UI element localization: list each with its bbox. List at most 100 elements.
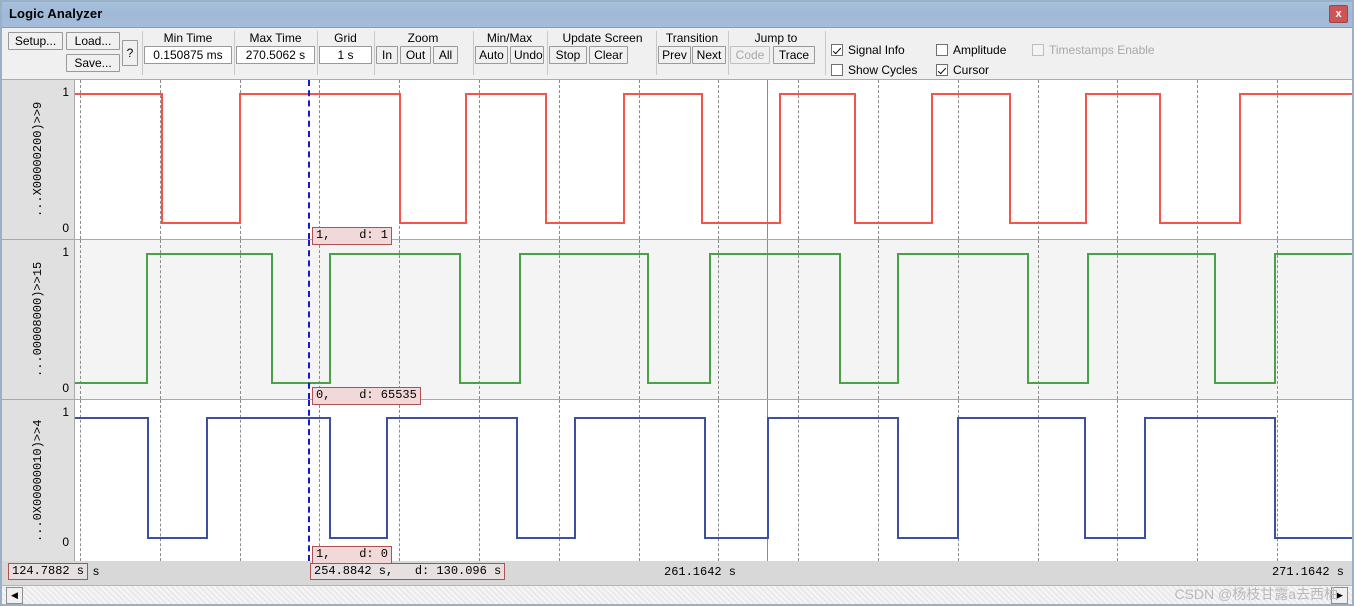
max-time-group: Max Time 270.5062 s (236, 30, 315, 76)
checkbox-icon (936, 44, 948, 56)
grid-group: Grid 1 s (319, 30, 372, 76)
toolbar-divider (656, 31, 657, 75)
update-stop-button[interactable]: Stop (549, 46, 587, 64)
cursor-label: Cursor (953, 63, 990, 77)
scroll-right-icon[interactable]: ▶ (1331, 587, 1348, 604)
zoom-all-button[interactable]: All (433, 46, 458, 64)
show-cycles-checkbox[interactable]: Show Cycles (831, 63, 917, 77)
show-cycles-label: Show Cycles (848, 63, 918, 77)
logic-analyzer-window: Logic Analyzer x Setup... Load... Save..… (0, 0, 1354, 606)
toolbar-divider (547, 31, 548, 75)
checkbox-icon (831, 44, 843, 56)
waveform-trace (75, 93, 1354, 224)
waveform-plot: ...X00000200)>>9 1 0 ...00008000)>>15 1 … (0, 80, 1354, 564)
timestamps-enable-checkbox: Timestamps Enable (1032, 43, 1155, 57)
signal-gutter-1[interactable]: ...X00000200)>>9 1 0 (0, 80, 75, 239)
waveform-trace (75, 417, 1354, 539)
min-time-label: Min Time (163, 31, 213, 45)
load-button[interactable]: Load... (66, 32, 120, 50)
minmax-label: Min/Max (486, 31, 533, 45)
scroll-left-icon[interactable]: ◀ (6, 587, 23, 604)
signal-low-label-3: 0 (62, 535, 69, 549)
help-button[interactable]: ? (122, 40, 138, 66)
signal-low-label-1: 0 (62, 221, 69, 235)
signal-name-1: ...X00000200)>>9 (31, 101, 45, 218)
setup-button[interactable]: Setup... (8, 32, 63, 50)
minmax-undo-button[interactable]: Undo (510, 46, 544, 64)
checkbox-icon (936, 64, 948, 76)
minmax-group: Min/Max Auto Undo (475, 30, 544, 76)
checkbox-icon (1032, 44, 1044, 56)
minmax-auto-button[interactable]: Auto (475, 46, 508, 64)
signal-low-label-2: 0 (62, 381, 69, 395)
cursor-checkbox[interactable]: Cursor (936, 63, 989, 77)
status-mid-time: 261.1642 s (664, 565, 737, 579)
transition-group: Transition Prev Next (658, 30, 726, 76)
transition-prev-button[interactable]: Prev (658, 46, 691, 64)
toolbar-divider (142, 31, 143, 75)
scrollbar-track[interactable] (0, 586, 1354, 606)
amplitude-checkbox[interactable]: Amplitude (936, 43, 1006, 57)
signal-high-label-3: 1 (62, 405, 69, 419)
amplitude-label: Amplitude (953, 43, 1007, 57)
update-screen-label: Update Screen (562, 31, 643, 45)
toolbar-divider (317, 31, 318, 75)
max-time-label: Max Time (249, 31, 302, 45)
load-save-group: Load... Save... (66, 32, 122, 78)
signal-value-tag-1: 1, d: 1 (312, 227, 393, 245)
signal-canvas-1[interactable] (75, 80, 1354, 239)
transition-label: Transition (665, 31, 719, 45)
signal-canvas-3[interactable] (75, 400, 1354, 561)
update-screen-group: Update Screen Stop Clear (549, 30, 656, 76)
signal-gutter-3[interactable]: ...0X00000010)>>4 1 0 (0, 400, 75, 561)
toolbar-divider (234, 31, 235, 75)
checkbox-icon (831, 64, 843, 76)
signal-info-label: Signal Info (848, 43, 905, 57)
zoom-label: Zoom (407, 31, 439, 45)
cursor-line[interactable] (308, 80, 310, 239)
signal-lane-2: ...00008000)>>15 1 0 (0, 240, 1354, 400)
toolbar-divider (473, 31, 474, 75)
waveform-trace (75, 253, 1354, 384)
signal-lane-1: ...X00000200)>>9 1 0 (0, 80, 1354, 240)
cursor-line[interactable] (308, 400, 310, 561)
jump-to-code-button: Code (730, 46, 770, 64)
horizontal-scrollbar[interactable]: ◀ ▶ CSDN @杨枝甘露a去西柚 (0, 585, 1354, 606)
grid-label: Grid (334, 31, 357, 45)
setup-group: Setup... (8, 32, 66, 78)
status-cursor-time: 254.8842 s, d: 130.096 s (310, 563, 506, 580)
status-bar: 2 s 124.7882 s 254.8842 s, d: 130.096 s … (0, 561, 1354, 585)
save-button[interactable]: Save... (66, 54, 120, 72)
toolbar-divider (825, 31, 826, 75)
close-icon[interactable]: x (1329, 5, 1348, 23)
signal-value-tag-3: 1, d: 0 (312, 546, 393, 564)
window-title: Logic Analyzer (9, 6, 103, 21)
grid-field[interactable]: 1 s (319, 46, 372, 64)
signal-gutter-2[interactable]: ...00008000)>>15 1 0 (0, 240, 75, 399)
jump-to-label: Jump to (754, 31, 798, 45)
zoom-in-button[interactable]: In (376, 46, 398, 64)
signal-canvas-2[interactable] (75, 240, 1354, 399)
jump-to-group: Jump to Code Trace (730, 30, 822, 76)
toolbar-divider (374, 31, 375, 75)
cursor-line[interactable] (308, 240, 310, 399)
signal-high-label-2: 1 (62, 245, 69, 259)
zoom-out-button[interactable]: Out (400, 46, 431, 64)
status-right-time: 271.1642 s (1271, 565, 1344, 579)
signal-info-checkbox[interactable]: Signal Info (831, 43, 905, 57)
toolbar-divider (728, 31, 729, 75)
signal-value-tag-2: 0, d: 65535 (312, 387, 421, 405)
update-clear-button[interactable]: Clear (589, 46, 628, 64)
signal-name-2: ...00008000)>>15 (31, 261, 45, 378)
jump-to-trace-button[interactable]: Trace (773, 46, 815, 64)
max-time-field[interactable]: 270.5062 s (236, 46, 315, 64)
signal-lane-3: ...0X00000010)>>4 1 0 (0, 400, 1354, 561)
status-left-time: 124.7882 s (8, 563, 89, 580)
zoom-group: Zoom In Out All (376, 30, 470, 76)
timestamps-enable-label: Timestamps Enable (1049, 43, 1155, 57)
min-time-field[interactable]: 0.150875 ms (144, 46, 232, 64)
title-bar: Logic Analyzer x (0, 0, 1354, 28)
toolbar: Setup... Load... Save... ? Min Time 0.15… (0, 28, 1354, 80)
min-time-group: Min Time 0.150875 ms (144, 30, 232, 76)
transition-next-button[interactable]: Next (692, 46, 726, 64)
